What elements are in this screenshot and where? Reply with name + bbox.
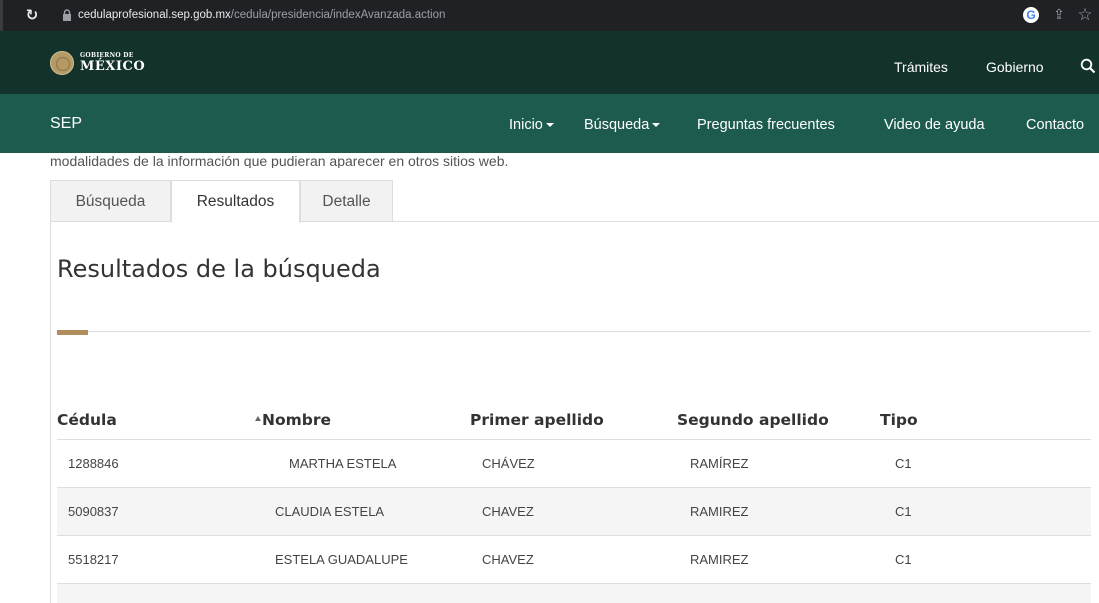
sep-nav-bar: SEP Inicio Búsqueda Preguntas frecuentes… [0, 94, 1099, 153]
cell-nombre: CLAUDIA ESTELA [275, 504, 385, 519]
nav-item-busqueda-label: Búsqueda [584, 117, 650, 133]
browser-address-bar: ↻ cedulaprofesional.sep.gob.mx/cedula/pr… [0, 0, 1099, 31]
cell-tipo: C1 [895, 504, 912, 519]
col-header-nombre[interactable]: Nombre [255, 411, 331, 429]
cell-segundo-apellido: RAMÍREZ [690, 456, 749, 471]
col-header-tipo[interactable]: Tipo [880, 411, 918, 429]
url-field[interactable]: cedulaprofesional.sep.gob.mx/cedula/pres… [78, 0, 445, 31]
cell-cedula: 1288846 [68, 456, 119, 471]
share-icon[interactable]: ⇪ [1050, 6, 1068, 24]
cell-segundo-apellido: RAMIREZ [690, 504, 749, 519]
col-header-nombre-label: Nombre [262, 411, 332, 429]
cell-cedula: 5090837 [68, 504, 119, 519]
nav-item-contacto[interactable]: Contacto [1026, 117, 1084, 133]
browser-left-edge [0, 0, 3, 31]
cell-tipo: C1 [895, 456, 912, 471]
col-header-cedula[interactable]: Cédula [57, 411, 117, 429]
sep-title[interactable]: SEP [50, 115, 82, 133]
bookmark-star-icon[interactable]: ☆ [1074, 5, 1096, 25]
gob-seal-icon [50, 51, 74, 75]
intro-text-clipped: modalidades de la información que pudier… [50, 146, 750, 168]
reload-icon[interactable]: ↻ [22, 5, 42, 25]
table-row[interactable]: 1288846 MARTHA ESTELA CHÁVEZ RAMÍREZ C1 [57, 440, 1091, 488]
gob-nav-gobierno[interactable]: Gobierno [986, 59, 1044, 75]
tab-resultados[interactable]: Resultados [171, 180, 300, 223]
col-header-primer-apellido[interactable]: Primer apellido [470, 411, 604, 429]
url-path: /cedula/presidencia/indexAvanzada.action [230, 9, 446, 21]
sort-asc-icon [255, 416, 261, 421]
gob-logo-small-text: GOBIERNO DE [80, 52, 134, 59]
cell-nombre: MARTHA ESTELA [289, 456, 397, 471]
chevron-down-icon [652, 123, 661, 128]
divider-accent [57, 330, 88, 335]
cell-primer-apellido: CHÁVEZ [482, 456, 535, 471]
cell-primer-apellido: CHAVEZ [482, 504, 534, 519]
nav-item-video[interactable]: Video de ayuda [884, 117, 985, 133]
cell-tipo: C1 [895, 552, 912, 567]
nav-item-inicio[interactable]: Inicio [509, 117, 554, 133]
gob-logo-big-text: MÉXICO [80, 59, 146, 74]
google-icon[interactable]: G [1023, 7, 1039, 23]
lock-icon [63, 9, 71, 21]
url-host: cedulaprofesional.sep.gob.mx [78, 9, 231, 21]
table-row-partial [57, 584, 1091, 603]
search-icon[interactable] [1080, 58, 1096, 74]
results-title: Resultados de la búsqueda [57, 255, 381, 283]
nav-item-inicio-label: Inicio [509, 117, 543, 133]
cell-segundo-apellido: RAMIREZ [690, 552, 749, 567]
cell-primer-apellido: CHAVEZ [482, 552, 534, 567]
intro-text: modalidades de la información que pudier… [50, 153, 509, 168]
tab-busqueda[interactable]: Búsqueda [50, 180, 171, 222]
nav-item-preguntas[interactable]: Preguntas frecuentes [697, 117, 835, 133]
cell-cedula: 5518217 [68, 552, 119, 567]
col-header-segundo-apellido[interactable]: Segundo apellido [677, 411, 829, 429]
chevron-down-icon [545, 123, 554, 128]
table-row[interactable]: 5518217 ESTELA GUADALUPE CHAVEZ RAMIREZ … [57, 536, 1091, 584]
gob-nav-tramites[interactable]: Trámites [894, 59, 948, 75]
tab-detalle[interactable]: Detalle [300, 180, 393, 222]
table-row[interactable]: 5090837 CLAUDIA ESTELA CHAVEZ RAMIREZ C1 [57, 488, 1091, 536]
cell-nombre: ESTELA GUADALUPE [275, 552, 408, 567]
nav-item-busqueda[interactable]: Búsqueda [584, 117, 661, 133]
divider [57, 331, 1091, 332]
